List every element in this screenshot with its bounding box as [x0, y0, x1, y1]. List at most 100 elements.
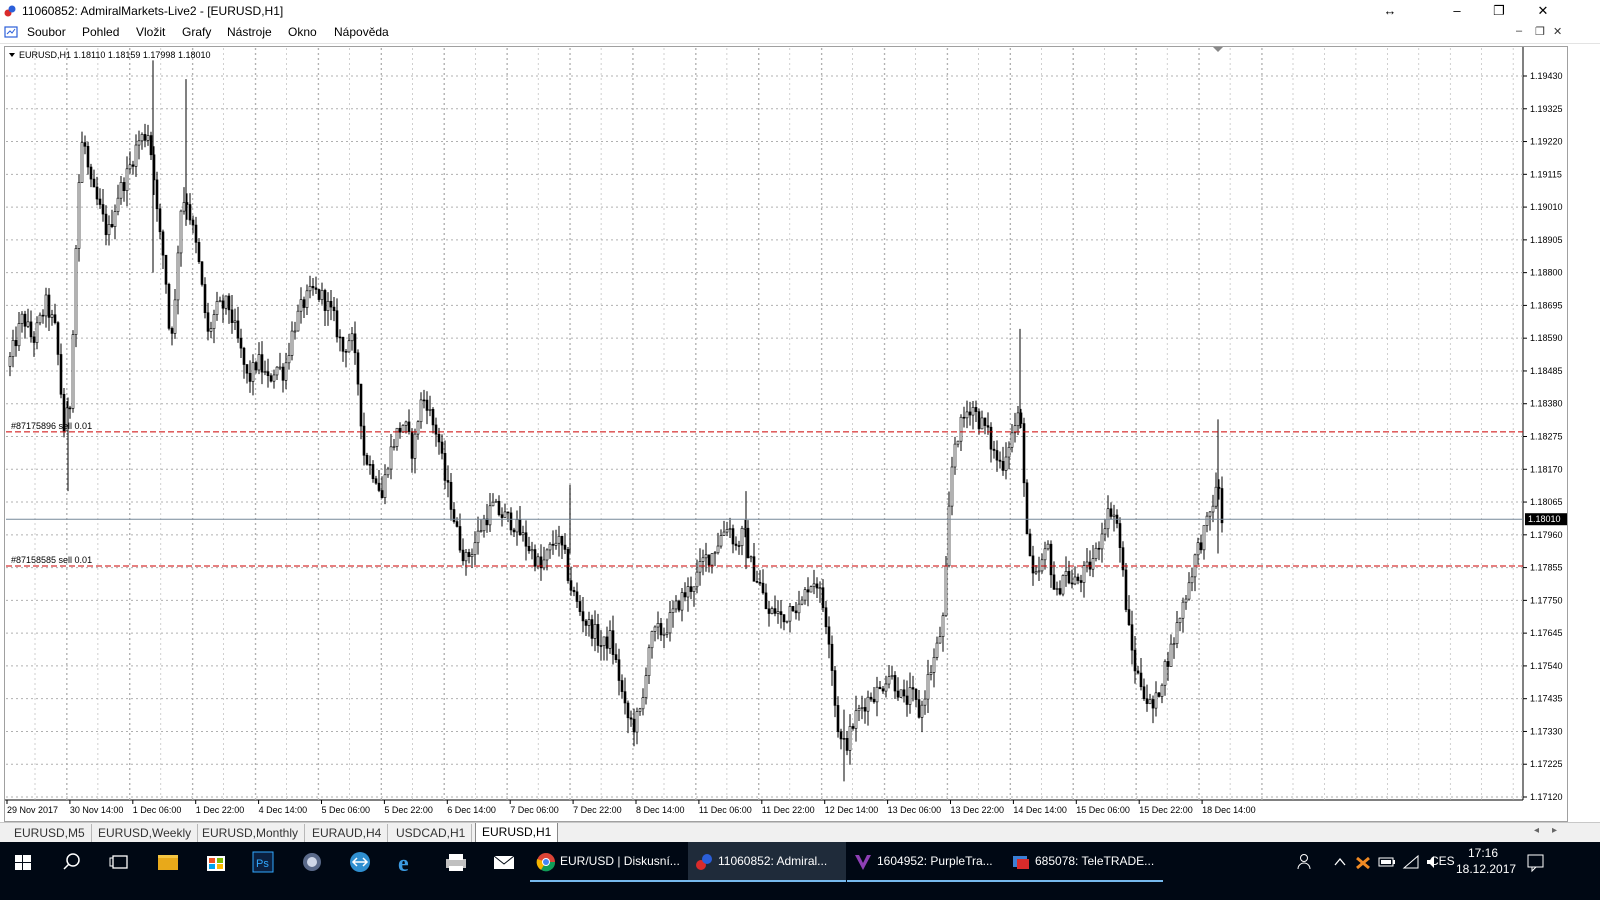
store-icon[interactable] — [192, 842, 240, 882]
close-button[interactable]: ✕ — [1520, 0, 1566, 22]
candle-body — [437, 433, 441, 443]
candle-body — [944, 565, 948, 617]
people-icon[interactable] — [1296, 842, 1316, 882]
photoshop-icon[interactable]: Ps — [240, 842, 288, 882]
candle-body — [611, 630, 615, 655]
candle-body — [764, 592, 768, 610]
taskbar-app-purpletrader[interactable]: 1604952: PurpleTra... — [847, 842, 1005, 882]
mdi-close-button[interactable]: ✕ — [1553, 25, 1562, 38]
taskbar-app-metatrader[interactable]: 11060852: Admiral... — [688, 842, 846, 882]
candle-body — [518, 519, 522, 536]
y-tick-label: 1.19115 — [1530, 169, 1562, 179]
candle-body — [374, 478, 378, 484]
tray-app-icon[interactable] — [1355, 842, 1371, 882]
candle-body — [641, 697, 645, 710]
tab-eurusd-h1[interactable]: EURUSD,H1 — [475, 823, 559, 843]
candle-body — [1151, 699, 1155, 709]
x-tick-label: 14 Dec 14:00 — [1013, 805, 1067, 815]
tabs-scroll-left-icon[interactable]: ◂ — [1534, 825, 1539, 836]
candle-body — [110, 224, 114, 228]
tab-usdcad-h1[interactable]: USDCAD,H1 — [390, 824, 473, 842]
current-price-label: 1.18010 — [1528, 514, 1561, 524]
menu-pohled[interactable]: Pohled — [82, 25, 119, 39]
candle-body — [281, 366, 285, 381]
candle-body — [941, 615, 945, 637]
language-indicator[interactable]: CES — [1430, 854, 1455, 870]
candle-body — [392, 446, 396, 448]
candle-body — [503, 511, 507, 518]
candle-body — [923, 698, 927, 706]
candle-body — [827, 626, 831, 645]
tab-eurusd-m5[interactable]: EURUSD,M5 — [8, 824, 92, 842]
mail-icon[interactable] — [480, 842, 528, 882]
candle-body — [272, 374, 276, 382]
candle-body — [71, 334, 75, 409]
candle-body — [1022, 423, 1026, 484]
candle-body — [491, 501, 495, 507]
candle-body — [368, 464, 372, 466]
chart-window[interactable]: 1.19430 1.19325 1.19220 1.19115 1.19010 1.189… — [4, 46, 1568, 822]
tray-chevron-up-icon[interactable] — [1332, 842, 1348, 882]
candle-body — [875, 686, 879, 703]
file-explorer-icon[interactable] — [144, 842, 192, 882]
candle-body — [458, 526, 462, 551]
printer-icon[interactable] — [432, 842, 480, 882]
candle-body — [254, 362, 258, 371]
tabs-scroll-right-icon[interactable]: ▸ — [1552, 825, 1557, 836]
search-icon[interactable] — [48, 842, 96, 882]
candle-body — [416, 421, 420, 435]
mdi-restore-button[interactable]: ❐ — [1535, 25, 1545, 38]
menu-soubor[interactable]: Soubor — [27, 25, 66, 39]
minimize-button[interactable]: – — [1434, 0, 1480, 22]
x-tick-label: 30 Nov 14:00 — [70, 805, 124, 815]
edge-icon[interactable]: e — [384, 842, 432, 882]
task-view-icon[interactable] — [96, 842, 144, 882]
menu-grafy[interactable]: Grafy — [182, 25, 211, 39]
chart-window-icon[interactable] — [4, 25, 18, 39]
candle-body — [1097, 547, 1101, 550]
candle-body — [431, 409, 435, 426]
network-tool-icon[interactable] — [288, 842, 336, 882]
candle-body — [737, 545, 741, 547]
windows-start-icon[interactable] — [0, 842, 48, 882]
menu-nastroje[interactable]: Nástroje — [227, 25, 272, 39]
taskbar-app-teletrade[interactable]: 685078: TeleTRADE... — [1005, 842, 1163, 882]
taskbar-app-chrome[interactable]: EUR/USD | Diskusní... — [530, 842, 688, 882]
candle-body — [308, 285, 312, 292]
notification-icon[interactable] — [1526, 842, 1546, 882]
clock[interactable]: 17:16 18.12.2017 — [1456, 842, 1516, 882]
resize-arrows-icon[interactable]: ↔ — [1367, 0, 1413, 22]
y-tick-label: 1.18485 — [1530, 366, 1563, 376]
teamviewer-icon[interactable] — [336, 842, 384, 882]
candle-body — [323, 290, 327, 311]
candle-body — [815, 583, 819, 589]
candle-body — [1169, 643, 1173, 667]
candle-body — [362, 425, 366, 456]
candle-body — [23, 313, 27, 327]
candle-body — [1025, 482, 1029, 535]
candle-body — [1175, 622, 1179, 644]
candle-body — [1142, 686, 1146, 700]
mdi-minimize-button[interactable]: – — [1516, 25, 1522, 37]
candle-body — [770, 608, 774, 614]
candle-body — [1067, 571, 1071, 584]
restore-button[interactable]: ❐ — [1476, 0, 1522, 22]
tab-eurusd-weekly[interactable]: EURUSD,Weekly — [92, 824, 199, 842]
candle-body — [407, 421, 411, 432]
tab-eurusd-monthly[interactable]: EURUSD,Monthly — [196, 824, 306, 842]
tab-euraud-h4[interactable]: EURAUD,H4 — [306, 824, 389, 842]
candle-body — [464, 552, 468, 562]
candle-body — [1046, 543, 1050, 550]
candle-body — [401, 425, 405, 433]
candle-body — [557, 535, 561, 544]
menu-napoveda[interactable]: Nápověda — [334, 25, 389, 39]
wifi-icon[interactable] — [1402, 842, 1420, 882]
candle-body — [14, 340, 18, 347]
candle-body — [1205, 515, 1209, 526]
battery-icon[interactable] — [1378, 842, 1396, 882]
candle-body — [902, 689, 906, 697]
menu-okno[interactable]: Okno — [288, 25, 317, 39]
price-chart[interactable]: 1.19430 1.19325 1.19220 1.19115 1.19010 1.189… — [5, 47, 1567, 821]
menu-vlozit[interactable]: Vložit — [136, 25, 165, 39]
candle-body — [44, 294, 48, 317]
